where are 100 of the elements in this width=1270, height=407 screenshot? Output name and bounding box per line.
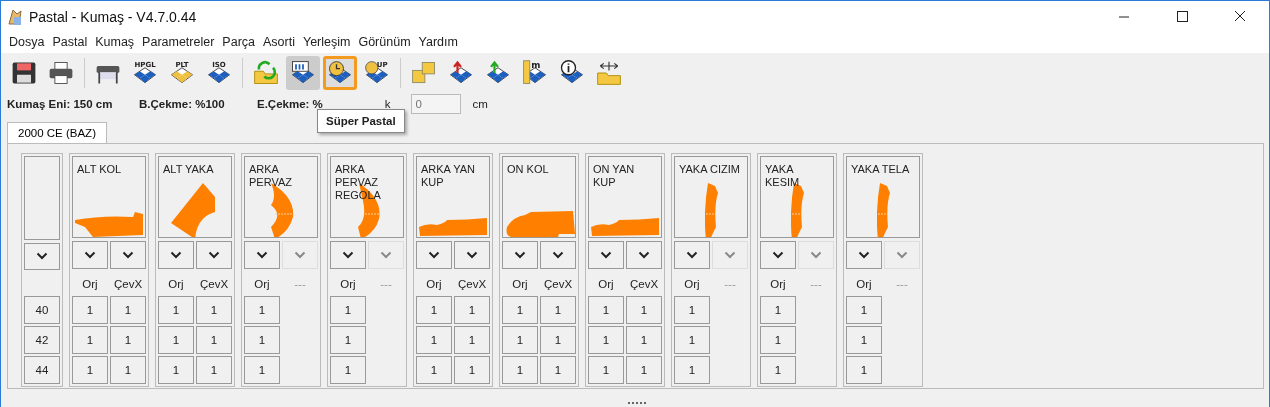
dropdown-button[interactable] bbox=[244, 241, 280, 269]
dropdown-button[interactable] bbox=[72, 241, 108, 269]
column-label: Orj bbox=[855, 277, 873, 292]
quantity-cell[interactable]: 1 bbox=[416, 356, 452, 384]
menu-item[interactable]: Yardım bbox=[414, 35, 462, 49]
dropdown-button[interactable] bbox=[110, 241, 146, 269]
pattern-piece-drawing bbox=[75, 212, 143, 237]
quantity-cell[interactable]: 1 bbox=[540, 326, 576, 354]
column-label: --- bbox=[379, 277, 393, 292]
quantity-cell[interactable]: 1 bbox=[330, 326, 366, 354]
dropdown-button[interactable] bbox=[674, 241, 710, 269]
quantity-cell[interactable]: 1 bbox=[626, 326, 662, 354]
quantity-cell[interactable]: 1 bbox=[540, 356, 576, 384]
quantity-cell[interactable]: 1 bbox=[158, 296, 194, 324]
quantity-cell[interactable]: 1 bbox=[158, 326, 194, 354]
menu-item[interactable]: Asorti bbox=[259, 35, 299, 49]
quantity-cell[interactable]: 1 bbox=[588, 356, 624, 384]
quantity-cell[interactable]: 1 bbox=[196, 296, 232, 324]
quantity-cell[interactable]: 1 bbox=[330, 296, 366, 324]
quantity-cell[interactable]: 1 bbox=[454, 356, 490, 384]
dropdown-button[interactable] bbox=[416, 241, 452, 269]
quantity-cell[interactable]: 1 bbox=[674, 296, 710, 324]
quantity-cell[interactable]: 1 bbox=[846, 296, 882, 324]
quantity-cell[interactable]: 1 bbox=[502, 296, 538, 324]
quantity-cell[interactable]: 1 bbox=[846, 356, 882, 384]
menu-item[interactable]: Görünüm bbox=[354, 35, 415, 49]
menu-item[interactable]: Parça bbox=[218, 35, 259, 49]
dropdown-button[interactable] bbox=[626, 241, 662, 269]
size-cell: 40 bbox=[24, 296, 60, 324]
dropdown-button[interactable] bbox=[24, 243, 60, 270]
size-cell: 44 bbox=[24, 356, 60, 384]
quantity-cell[interactable]: 1 bbox=[110, 326, 146, 354]
quantity-cell[interactable]: 1 bbox=[416, 296, 452, 324]
chevron-icon bbox=[428, 251, 440, 259]
chevron-icon bbox=[514, 251, 526, 259]
chevron-icon bbox=[810, 251, 822, 259]
chevron-icon bbox=[896, 251, 908, 259]
quantity-cell[interactable]: 1 bbox=[846, 326, 882, 354]
dropdown-button[interactable] bbox=[454, 241, 490, 269]
chevron-icon bbox=[84, 251, 96, 259]
column-label: ÇevX bbox=[542, 277, 574, 292]
quantity-cell[interactable]: 1 bbox=[416, 326, 452, 354]
pattern-piece-drawing bbox=[877, 183, 890, 237]
quantity-cell[interactable]: 1 bbox=[110, 296, 146, 324]
splitter-grip[interactable] bbox=[628, 402, 646, 406]
chevron-icon bbox=[380, 251, 392, 259]
quantity-cell[interactable]: 1 bbox=[674, 326, 710, 354]
weft-shrink-label: E.Çekme: % bbox=[257, 98, 323, 110]
quantity-cell[interactable]: 1 bbox=[454, 296, 490, 324]
dropdown-button[interactable] bbox=[330, 241, 366, 269]
menu-item[interactable]: Kumaş bbox=[91, 35, 139, 49]
chevron-icon bbox=[208, 251, 220, 259]
quantity-cell[interactable]: 1 bbox=[588, 296, 624, 324]
quantity-cell[interactable]: 1 bbox=[72, 296, 108, 324]
quantity-cell[interactable]: 1 bbox=[244, 326, 280, 354]
menu-item[interactable]: Dosya bbox=[5, 35, 49, 49]
chevron-icon bbox=[342, 251, 354, 259]
dropdown-button[interactable] bbox=[760, 241, 796, 269]
quantity-cell[interactable]: 1 bbox=[674, 356, 710, 384]
dropdown-button[interactable] bbox=[846, 241, 882, 269]
tab[interactable]: 2000 CE (BAZ) bbox=[7, 122, 107, 143]
dropdown-button[interactable] bbox=[588, 241, 624, 269]
quantity-cell[interactable]: 1 bbox=[760, 326, 796, 354]
toolbar-button[interactable] bbox=[286, 56, 320, 90]
quantity-cell[interactable]: 1 bbox=[588, 326, 624, 354]
quantity-cell[interactable]: 1 bbox=[196, 356, 232, 384]
menu-item[interactable]: Yerleşim bbox=[298, 35, 355, 49]
dropdown-button[interactable] bbox=[196, 241, 232, 269]
quantity-cell[interactable]: 1 bbox=[330, 356, 366, 384]
column-label: --- bbox=[723, 277, 737, 292]
quantity-cell[interactable]: 1 bbox=[110, 356, 146, 384]
quantity-cell[interactable]: 1 bbox=[502, 326, 538, 354]
quantity-cell[interactable]: 1 bbox=[72, 356, 108, 384]
app-icon bbox=[7, 7, 23, 26]
dropdown-button[interactable] bbox=[540, 241, 576, 269]
chevron-icon bbox=[724, 251, 736, 259]
quantity-cell[interactable]: 1 bbox=[244, 296, 280, 324]
column-label: Orj bbox=[253, 277, 271, 292]
chevron-icon bbox=[600, 251, 612, 259]
dropdown-button[interactable] bbox=[158, 241, 194, 269]
column-label: Orj bbox=[683, 277, 701, 292]
quantity-cell[interactable]: 1 bbox=[626, 296, 662, 324]
pattern-piece-drawing bbox=[171, 183, 215, 237]
warp-shrink-label: B.Çekme: %100 bbox=[139, 98, 226, 110]
column-label: Orj bbox=[81, 277, 99, 292]
menu-item[interactable]: Parametreler bbox=[138, 35, 219, 49]
quantity-cell[interactable]: 1 bbox=[158, 356, 194, 384]
quantity-cell[interactable]: 1 bbox=[196, 326, 232, 354]
quantity-cell[interactable]: 1 bbox=[760, 296, 796, 324]
quantity-cell[interactable]: 1 bbox=[72, 326, 108, 354]
menu-item[interactable]: Pastal bbox=[48, 35, 92, 49]
quantity-cell[interactable]: 1 bbox=[540, 296, 576, 324]
dropdown-button[interactable] bbox=[502, 241, 538, 269]
quantity-cell[interactable]: 1 bbox=[626, 356, 662, 384]
quantity-cell[interactable]: 1 bbox=[502, 356, 538, 384]
chevron-icon bbox=[638, 251, 650, 259]
quantity-cell[interactable]: 1 bbox=[760, 356, 796, 384]
piece-name: ALT YAKA bbox=[163, 163, 215, 176]
quantity-cell[interactable]: 1 bbox=[454, 326, 490, 354]
quantity-cell[interactable]: 1 bbox=[244, 356, 280, 384]
